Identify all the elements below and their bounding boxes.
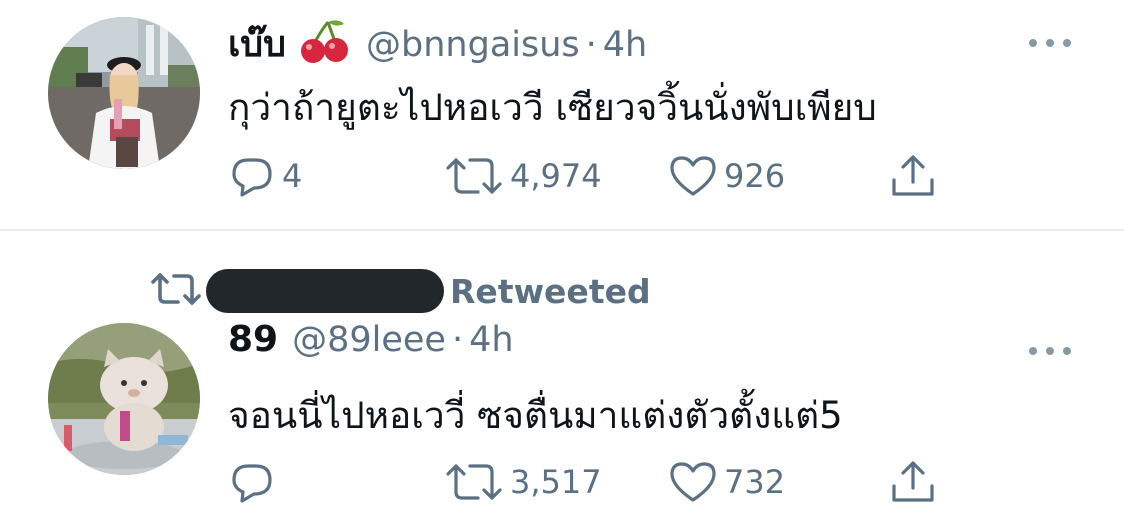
retweet-icon (150, 269, 202, 313)
separator-dot: · (585, 25, 597, 65)
tweet-text: จอนนี่ไปหอเววี่ ซจตื่นมาแต่งตัวตั้งแต่5 (228, 394, 843, 437)
tweet-header: 89 @89leee · 4h (228, 319, 514, 367)
timestamp[interactable]: 4h (469, 320, 513, 360)
user-handle[interactable]: @89leee (292, 320, 446, 360)
retweeted-label[interactable]: Retweeted (450, 272, 651, 311)
share-button[interactable] (888, 458, 938, 506)
tweet-header: เบ๊บ @bnngaisus · 4h (228, 10, 647, 65)
like-icon (668, 152, 718, 200)
tweet-text: กุว่าถ้ายูตะไปหอเววี เซียวจวิ้นนั่งพับเพ… (228, 86, 877, 129)
retweet-button[interactable]: 3,517 (444, 458, 602, 506)
retweet-button[interactable]: 4,974 (444, 152, 602, 200)
reply-count: 4 (282, 157, 303, 195)
like-count: 732 (724, 463, 786, 501)
redacted-username (206, 269, 444, 313)
reply-icon (228, 458, 276, 506)
avatar[interactable] (48, 323, 200, 475)
more-icon[interactable] (1028, 341, 1072, 355)
separator-dot: · (451, 320, 464, 360)
display-name[interactable]: เบ๊บ (228, 15, 286, 72)
timeline-feed: เบ๊บ @bnngaisus · 4h กุว่าถ้ายูตะไปหอเวว… (0, 0, 1124, 521)
reply-button[interactable]: 4 (228, 152, 302, 200)
reply-button[interactable] (228, 458, 282, 506)
share-icon (888, 458, 938, 506)
retweet-count: 3,517 (510, 463, 602, 501)
tweet[interactable]: Retweeted 89 @89leee · 4h จอนนี่ไปหอเววี… (0, 231, 1124, 521)
tweet[interactable]: เบ๊บ @bnngaisus · 4h กุว่าถ้ายูตะไปหอเวว… (0, 0, 1124, 230)
retweet-icon (444, 458, 504, 506)
like-button[interactable]: 732 (668, 458, 785, 506)
like-icon (668, 458, 718, 506)
avatar[interactable] (48, 17, 200, 169)
tweet-actions: 4 4,974 926 (228, 152, 968, 200)
share-icon (888, 152, 938, 200)
retweet-icon (444, 152, 504, 200)
timestamp[interactable]: 4h (603, 25, 647, 65)
more-icon[interactable] (1028, 33, 1072, 47)
user-handle[interactable]: @bnngaisus (366, 25, 580, 65)
retweet-count: 4,974 (510, 157, 602, 195)
reply-icon (228, 152, 276, 200)
retweet-context: Retweeted (150, 263, 651, 319)
share-button[interactable] (888, 152, 938, 200)
like-count: 926 (724, 157, 786, 195)
display-name[interactable]: 89 (228, 319, 278, 360)
cherry-emoji (300, 18, 350, 64)
like-button[interactable]: 926 (668, 152, 785, 200)
tweet-actions: 3,517 732 (228, 458, 968, 506)
